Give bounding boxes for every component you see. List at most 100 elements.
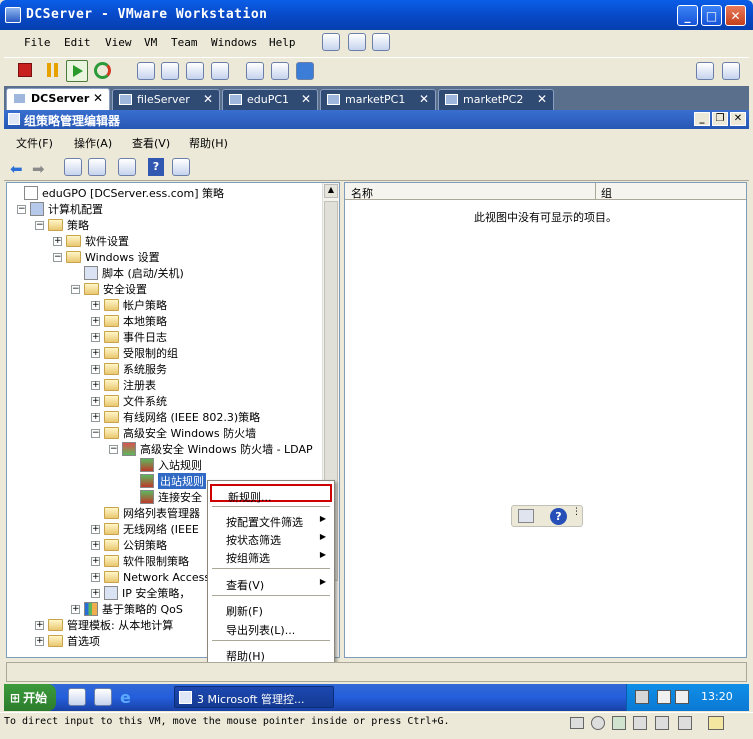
tree-account-policies[interactable]: + 帐户策略 [91, 297, 167, 313]
message-log-icon[interactable] [708, 716, 724, 730]
tab-marketpc2[interactable]: marketPC2 ✕ [438, 89, 554, 110]
menu-file[interactable]: File [24, 36, 51, 49]
tree-policies[interactable]: − 策略 [35, 217, 89, 233]
show-hide-tree-icon[interactable] [88, 158, 106, 176]
tab-close-icon[interactable]: ✕ [419, 92, 429, 106]
expand-icon[interactable]: + [91, 332, 100, 342]
gpme-titlebar[interactable]: 组策略管理编辑器 _ ❐ ✕ [4, 110, 749, 129]
expand-icon[interactable]: + [35, 636, 44, 646]
menu-help[interactable]: Help [269, 36, 296, 49]
help-icon[interactable]: ? [148, 158, 164, 176]
expand-icon[interactable]: + [91, 588, 100, 598]
menu-vm[interactable]: VM [144, 36, 157, 49]
tree-computer-config[interactable]: − 计算机配置 [17, 201, 103, 217]
tree-connection-security[interactable]: 连接安全 [127, 489, 202, 505]
full-screen-icon[interactable] [161, 62, 179, 80]
hdd-icon[interactable] [570, 717, 584, 729]
ctx-view[interactable]: 查看(V) ▶ [210, 574, 332, 592]
tab-close-icon[interactable]: ✕ [93, 91, 103, 105]
tree-firewall-ldap[interactable]: − 高级安全 Windows 防火墙 - LDAP [109, 441, 313, 457]
tab-fileserver[interactable]: fileServer ✕ [112, 89, 220, 110]
tray-volume-icon[interactable] [675, 690, 689, 704]
back-arrow-icon[interactable]: ⬅ [10, 160, 23, 178]
expand-icon[interactable]: + [91, 364, 100, 374]
vmware-titlebar[interactable]: DCServer - VMware Workstation _ □ ✕ [0, 0, 753, 30]
expand-icon[interactable]: + [91, 348, 100, 358]
usb-icon[interactable] [633, 716, 647, 730]
tree-file-system[interactable]: + 文件系统 [91, 393, 167, 409]
network-adapter-icon[interactable] [612, 716, 626, 730]
tree-local-policies[interactable]: + 本地策略 [91, 313, 167, 329]
cdrom-icon[interactable] [591, 716, 605, 730]
console-view-icon[interactable] [271, 62, 289, 80]
tree-network-list-manager[interactable]: 网络列表管理器 [91, 505, 200, 521]
settings-icon[interactable] [722, 62, 740, 80]
tree-preferences[interactable]: + 首选项 [35, 633, 100, 649]
forward-arrow-icon[interactable]: ➡ [32, 160, 45, 178]
tab-close-icon[interactable]: ✕ [203, 92, 213, 106]
expand-icon[interactable]: + [71, 604, 80, 614]
tree-software-settings[interactable]: + 软件设置 [53, 233, 129, 249]
snapshot-icon[interactable] [322, 33, 340, 51]
tree-admin-templates[interactable]: + 管理模板: 从本地计算 [35, 617, 173, 633]
ctx-filter-by-group[interactable]: 按组筛选 ▶ [210, 547, 332, 565]
expand-icon[interactable]: + [91, 572, 100, 582]
internet-explorer-icon[interactable]: e [120, 688, 138, 707]
suspend-icon[interactable] [46, 63, 60, 77]
menu-file-cn[interactable]: 文件(F) [16, 135, 53, 151]
scroll-up-icon[interactable]: ▲ [324, 184, 338, 198]
sound-icon[interactable] [655, 716, 669, 730]
collapse-icon[interactable]: − [109, 444, 118, 454]
tree-network-access[interactable]: + Network Access [91, 569, 210, 585]
menu-view-cn[interactable]: 查看(V) [132, 135, 170, 151]
tree-outbound-rules[interactable]: 出站规则 [127, 473, 206, 489]
tree-wired-network[interactable]: + 有线网络 (IEEE 802.3)策略 [91, 409, 260, 425]
expand-icon[interactable]: + [91, 380, 100, 390]
thumbnail-view-icon[interactable] [296, 62, 314, 80]
tree-inbound-rules[interactable]: 入站规则 [127, 457, 202, 473]
tree-system-services[interactable]: + 系统服务 [91, 361, 167, 377]
printer-icon[interactable] [678, 716, 692, 730]
tree-restricted-groups[interactable]: + 受限制的组 [91, 345, 178, 361]
ctx-new-rule[interactable]: 新规则... [210, 484, 332, 504]
tree-ip-security[interactable]: + IP 安全策略， [91, 585, 190, 601]
tree-wireless-network[interactable]: + 无线网络 (IEEE [91, 521, 199, 537]
menu-help-cn[interactable]: 帮助(H) [189, 135, 228, 151]
quick-switch-icon[interactable] [186, 62, 204, 80]
ctx-help[interactable]: 帮助(H) [210, 645, 332, 663]
up-folder-icon[interactable] [64, 158, 82, 176]
tab-marketpc1[interactable]: marketPC1 ✕ [320, 89, 436, 110]
menu-action-cn[interactable]: 操作(A) [74, 135, 112, 151]
ctx-refresh[interactable]: 刷新(F) [210, 600, 332, 618]
help-circle-icon[interactable]: ? [550, 508, 567, 525]
expand-icon[interactable]: + [91, 524, 100, 534]
tree-scripts[interactable]: 脚本 (启动/关机) [71, 265, 184, 281]
tray-security-icon[interactable] [657, 690, 671, 704]
column-name[interactable]: 名称 [351, 185, 373, 201]
server-manager-icon[interactable] [68, 688, 86, 706]
keyboard-icon[interactable] [518, 509, 534, 523]
snapshot-manager-icon[interactable] [372, 33, 390, 51]
collapse-icon[interactable]: − [35, 220, 44, 230]
expand-icon[interactable]: + [91, 412, 100, 422]
expand-icon[interactable]: + [91, 316, 100, 326]
minimize-button[interactable]: _ [677, 5, 698, 26]
tree-registry[interactable]: + 注册表 [91, 377, 156, 393]
sidebar-toggle-icon[interactable] [137, 62, 155, 80]
close-button[interactable]: ✕ [725, 5, 746, 26]
menu-view[interactable]: View [105, 36, 132, 49]
tree-security-settings[interactable]: − 安全设置 [71, 281, 147, 297]
tree-windows-settings[interactable]: − Windows 设置 [53, 249, 160, 265]
tree-public-key[interactable]: + 公钥策略 [91, 537, 167, 553]
collapse-icon[interactable]: − [53, 252, 62, 262]
expand-icon[interactable]: + [91, 300, 100, 310]
tree-qos[interactable]: + 基于策略的 QoS [71, 601, 183, 617]
tray-network-icon[interactable] [635, 690, 649, 704]
summary-view-icon[interactable] [246, 62, 264, 80]
tree-event-log[interactable]: + 事件日志 [91, 329, 167, 345]
action-pane-icon[interactable] [172, 158, 190, 176]
revert-snapshot-icon[interactable] [348, 33, 366, 51]
maximize-button[interactable]: □ [701, 5, 722, 26]
collapse-icon[interactable]: − [71, 284, 80, 294]
collapse-icon[interactable]: − [91, 428, 100, 438]
